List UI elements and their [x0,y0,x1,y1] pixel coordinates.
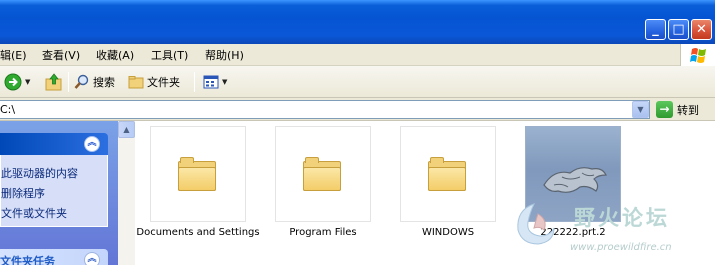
task-pane-scrollbar[interactable]: ▲ [118,121,135,265]
search-button[interactable]: 搜索 [74,71,115,93]
folder-tasks-header[interactable]: 文件夹任务 ︽ [0,249,108,265]
watermark-title: 野火论坛 [574,206,670,230]
scroll-up-icon[interactable]: ▲ [118,121,135,138]
folders-button[interactable]: 文件夹 [128,71,180,93]
folders-label: 文件夹 [147,76,180,89]
collapse-chevron-icon[interactable]: ︽ [84,252,100,265]
file-item-documents-and-settings[interactable] [150,126,246,222]
file-label[interactable]: Program Files [258,227,388,238]
menu-edit[interactable]: 辑(E) [0,47,27,63]
up-folder-button[interactable] [44,71,64,93]
folder-icon [128,76,144,89]
folder-icon [178,157,216,191]
menu-favorites[interactable]: 收藏(A) [96,47,134,63]
file-item-program-files[interactable] [275,126,371,222]
views-button[interactable]: ▼ [203,71,227,93]
menu-help[interactable]: 帮助(H) [205,47,244,63]
folder-icon [428,157,466,191]
go-label: 转到 [677,103,699,117]
up-folder-icon [45,73,62,91]
views-dropdown-icon[interactable]: ▼ [222,78,227,86]
folder-icon [303,157,341,191]
file-label[interactable]: WINDOWS [383,227,513,238]
forward-button[interactable]: ▼ [4,71,30,93]
views-icon [203,75,219,89]
close-button[interactable]: ✕ [691,19,712,40]
folder-tasks-title: 文件夹任务 [0,255,55,265]
task-pane: ︽ 此驱动器的内容 删除程序 文件或文件夹 文件夹任务 ︽ [0,121,118,265]
menu-view[interactable]: 查看(V) [42,47,80,63]
address-input[interactable]: C:\ [0,100,650,119]
search-label: 搜索 [93,76,115,89]
minimize-button[interactable]: _ [645,19,666,40]
menu-bar: 辑(E) 查看(V) 收藏(A) 工具(T) 帮助(H) [0,44,715,66]
dragon-thumbnail-icon [543,167,607,193]
search-icon [74,74,89,89]
flame-logo-icon [517,203,555,245]
task-link-remove-programs[interactable]: 删除程序 [1,185,45,201]
forum-watermark: 野火论坛 www.proewildfire.cn [504,200,714,262]
toolbar: ▼ 搜索 文件夹 ▼ [0,66,715,98]
task-section-body: 此驱动器的内容 删除程序 文件或文件夹 [0,155,108,227]
maximize-button[interactable]: □ [668,19,689,40]
address-dropdown-icon[interactable]: ▼ [632,101,649,118]
go-button[interactable]: → 转到 [656,101,699,118]
forward-arrow-icon [4,73,22,91]
menu-tools[interactable]: 工具(T) [151,47,188,63]
go-arrow-icon: → [656,101,673,118]
task-link-view-drive-contents[interactable]: 此驱动器的内容 [1,165,78,181]
address-bar: C:\ ▼ → 转到 [0,98,715,121]
toolbar-separator [194,72,195,92]
task-link-search-files[interactable]: 文件或文件夹 [1,205,67,221]
title-bar[interactable]: _ □ ✕ [0,0,715,44]
collapse-chevron-icon[interactable]: ︽ [84,136,100,152]
toolbar-separator [68,72,69,92]
task-section-header[interactable]: ︽ [0,133,108,155]
file-item-windows[interactable] [400,126,496,222]
file-label[interactable]: Documents and Settings [133,227,263,238]
windows-logo-icon [680,44,715,66]
forward-dropdown-icon[interactable]: ▼ [25,78,30,86]
watermark-url: www.proewildfire.cn [570,242,672,253]
